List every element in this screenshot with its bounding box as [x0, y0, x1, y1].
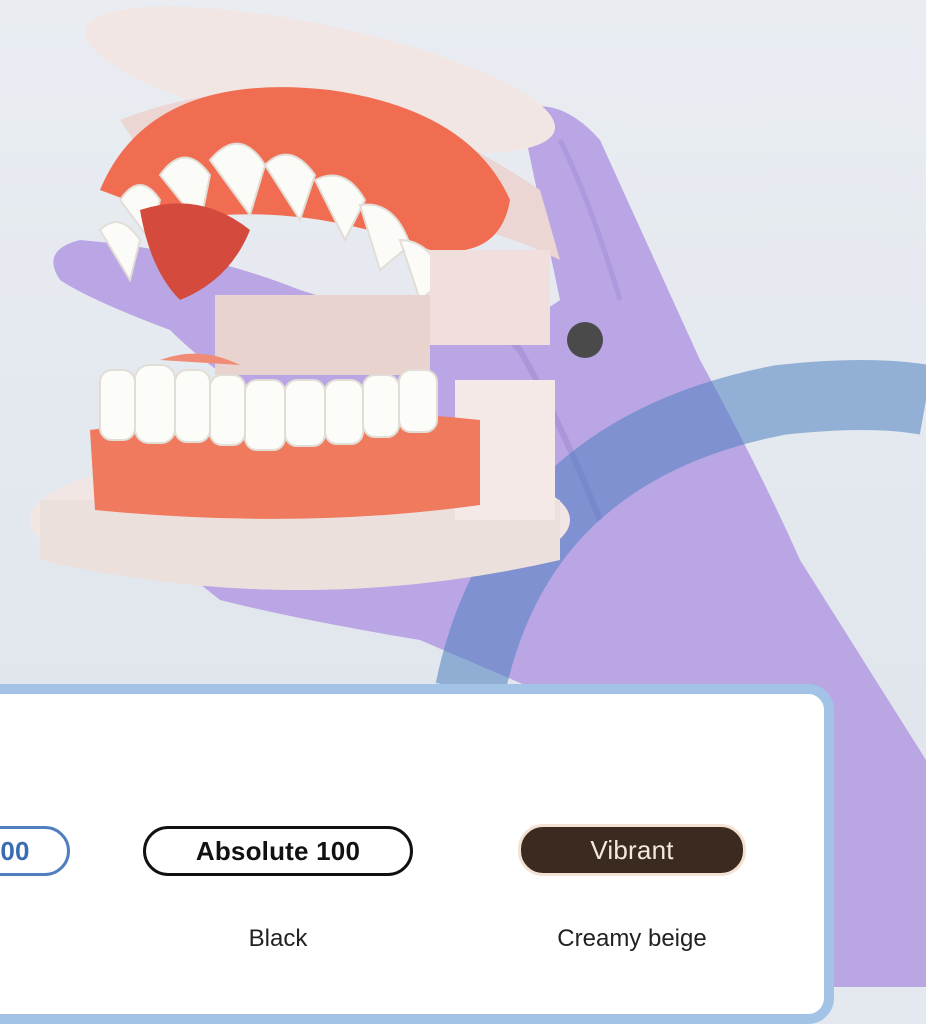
shade-caption-creamy-beige: Creamy beige — [557, 925, 707, 952]
shade-pill-absolute-100-label: Absolute 100 — [195, 835, 361, 866]
shade-pill-vibrant[interactable]: Vibrant — [518, 824, 746, 876]
shade-pill-blue[interactable]: 00 — [0, 826, 70, 876]
shade-pill-absolute-100[interactable]: Absolute 100 — [143, 826, 413, 876]
shade-pill-blue-label: 00 — [0, 835, 30, 866]
shade-pill-vibrant-label: Vibrant — [590, 834, 674, 865]
shade-caption-black: Black — [248, 925, 308, 952]
